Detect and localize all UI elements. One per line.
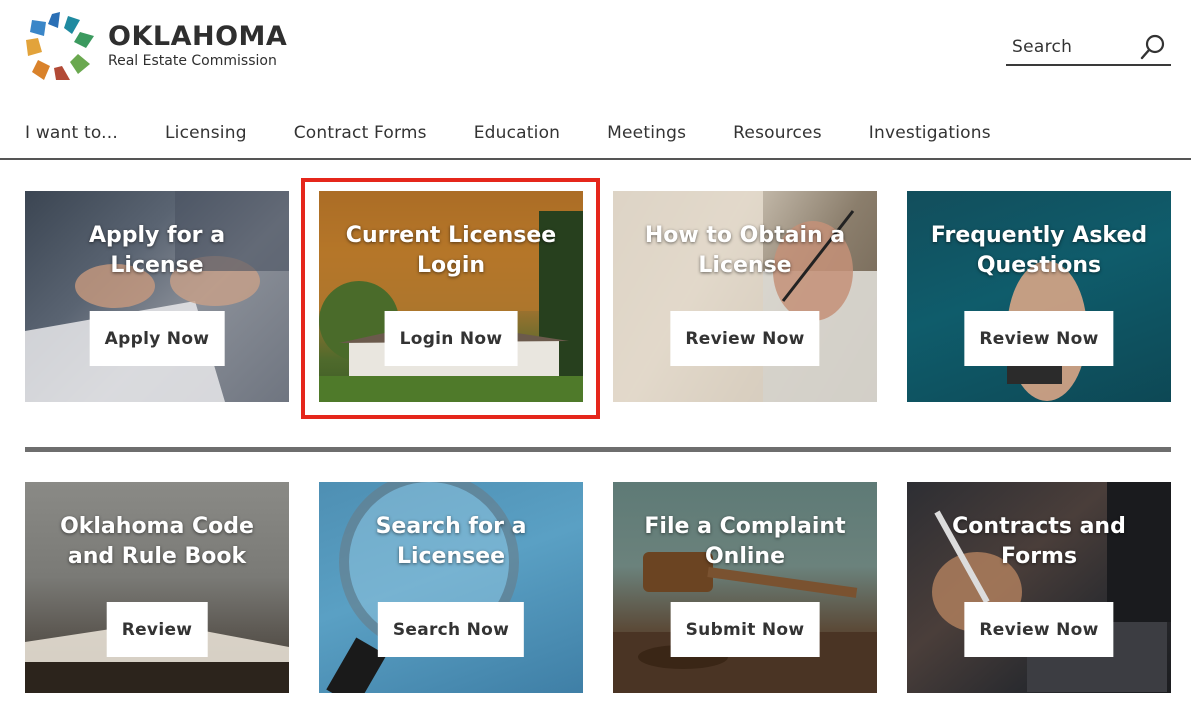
site-logo[interactable]: OKLAHOMA Real Estate Commission <box>24 10 294 82</box>
tile-title: Search for a Licensee <box>375 514 527 569</box>
submit-now-button[interactable]: Submit Now <box>670 602 820 657</box>
login-now-button[interactable]: Login Now <box>384 311 518 366</box>
section-divider <box>25 447 1171 452</box>
nav-item-i-want-to[interactable]: I want to... <box>25 123 118 143</box>
review-now-button[interactable]: Review Now <box>964 602 1114 657</box>
review-now-button[interactable]: Review Now <box>670 311 820 366</box>
tile-title: File a Complaint Online <box>644 514 846 569</box>
logo-title: OKLAHOMA <box>108 21 288 52</box>
tile-title: Frequently Asked Questions <box>930 223 1148 278</box>
search-icon[interactable] <box>1139 33 1167 61</box>
tile-title: Contracts and Forms <box>952 514 1126 569</box>
tile-search-for-licensee[interactable]: Search for a Licensee Search Now <box>319 482 583 693</box>
nav-item-meetings[interactable]: Meetings <box>607 123 686 143</box>
tile-contracts-and-forms[interactable]: Contracts and Forms Review Now <box>907 482 1171 693</box>
nav-item-education[interactable]: Education <box>474 123 560 143</box>
nav-item-licensing[interactable]: Licensing <box>165 123 247 143</box>
tile-file-complaint-online[interactable]: File a Complaint Online Submit Now <box>613 482 877 693</box>
search-box[interactable]: Search <box>1006 30 1171 66</box>
tile-how-to-obtain-license[interactable]: How to Obtain a License Review Now <box>613 191 877 402</box>
nav-item-resources[interactable]: Resources <box>733 123 822 143</box>
search-now-button[interactable]: Search Now <box>377 602 525 657</box>
tile-title: How to Obtain a License <box>644 223 846 278</box>
apply-now-button[interactable]: Apply Now <box>89 311 225 366</box>
search-label: Search <box>1012 37 1073 57</box>
oklahoma-star-logo-icon <box>26 12 94 80</box>
main-nav: I want to... Licensing Contract Forms Ed… <box>0 108 1191 160</box>
review-now-button[interactable]: Review Now <box>964 311 1114 366</box>
nav-item-contract-forms[interactable]: Contract Forms <box>294 123 427 143</box>
tile-apply-for-license[interactable]: Apply for a License Apply Now <box>25 191 289 402</box>
tile-title: Oklahoma Code and Rule Book <box>60 514 254 569</box>
logo-subtitle: Real Estate Commission <box>108 53 277 69</box>
nav-item-investigations[interactable]: Investigations <box>869 123 991 143</box>
tile-title: Current Licensee Login <box>345 223 557 278</box>
tile-frequently-asked-questions[interactable]: Frequently Asked Questions Review Now <box>907 191 1171 402</box>
tile-title: Apply for a License <box>88 223 226 278</box>
tile-current-licensee-login[interactable]: Current Licensee Login Login Now <box>319 191 583 402</box>
review-button[interactable]: Review <box>106 602 208 657</box>
tile-oklahoma-code-rule-book[interactable]: Oklahoma Code and Rule Book Review <box>25 482 289 693</box>
